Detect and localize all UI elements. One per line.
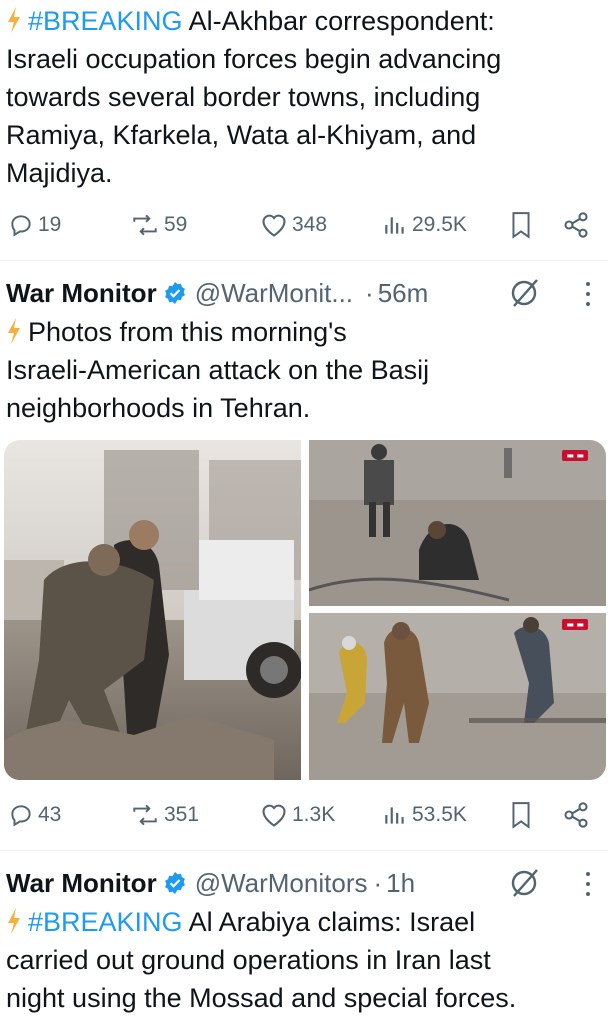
repost-count: 351	[164, 803, 200, 826]
more-dots-icon[interactable]	[578, 867, 598, 901]
post-text: Photos from this morning's Israeli-Ameri…	[6, 313, 596, 427]
views-button[interactable]: 29.5K	[382, 205, 467, 245]
repost-count: 59	[164, 213, 188, 236]
heart-icon	[262, 804, 286, 827]
post-war-monitor-breaking[interactable]: War Monitor @WarMonitors · 1h #BREAKING …	[0, 851, 608, 1023]
verified-badge-icon	[164, 872, 185, 894]
post-text-line: Ramiya, Kfarkela, Wata al-Khiyam, and	[6, 120, 477, 150]
post-text-line: Photos from this morning's	[28, 317, 347, 347]
author-handle[interactable]: @WarMonitors	[195, 868, 368, 899]
like-count: 348	[292, 213, 328, 236]
repost-icon	[133, 804, 157, 826]
separator-dot: ·	[365, 277, 374, 308]
post-text-line: Israeli-American attack on the Basij	[6, 355, 430, 385]
hashtag-breaking[interactable]: #BREAKING	[28, 6, 183, 36]
post-header: War Monitor @WarMonitors · 1h	[6, 863, 415, 903]
post-breaking-al-akhbar[interactable]: #BREAKING Al-Akhbar correspondent: Israe…	[0, 0, 608, 260]
author-name[interactable]: War Monitor	[6, 868, 157, 899]
post-text-line: Israeli occupation forces begin advancin…	[6, 44, 502, 74]
media-grid: ▬ ▬ ▬ ▬	[4, 440, 606, 780]
lightning-bolt-icon	[8, 908, 20, 934]
like-button[interactable]: 348	[260, 205, 327, 245]
bookmark-icon	[512, 802, 530, 829]
repost-icon	[133, 214, 157, 236]
photo-man-on-ground[interactable]: ▬ ▬	[309, 440, 606, 606]
share-button[interactable]	[562, 205, 590, 245]
more-dots-icon[interactable]	[578, 277, 598, 311]
views-button[interactable]: 53.5K	[382, 795, 467, 835]
post-time[interactable]: 56m	[378, 278, 429, 309]
photo-rubble-men[interactable]	[4, 440, 301, 780]
post-text-line: towards several border towns, including	[6, 82, 481, 112]
post-text-line: night using the Mossad and special force…	[6, 983, 517, 1013]
views-count: 29.5K	[412, 213, 467, 236]
photo-image	[309, 613, 606, 780]
grok-icon[interactable]	[508, 276, 542, 310]
post-text-line: carried out ground operations in Iran la…	[6, 945, 491, 975]
author-name[interactable]: War Monitor	[6, 278, 157, 309]
lightning-bolt-icon	[8, 7, 20, 33]
grok-icon[interactable]	[508, 866, 542, 900]
bookmark-icon	[512, 212, 530, 239]
post-text-line: neighborhoods in Tehran.	[6, 393, 311, 423]
post-text: #BREAKING Al Arabiya claims: Israel carr…	[6, 903, 606, 1017]
bookmark-button[interactable]	[510, 205, 532, 245]
author-handle[interactable]: @WarMonit...	[195, 278, 353, 309]
channel-watermark: ▬ ▬	[562, 450, 588, 461]
reply-button[interactable]: 43	[8, 795, 61, 835]
post-text-line: Al-Akhbar correspondent:	[182, 6, 495, 36]
reply-icon	[11, 215, 31, 237]
repost-button[interactable]: 59	[130, 205, 187, 245]
post-text-line: Al Arabiya claims: Israel	[182, 907, 476, 937]
repost-button[interactable]: 351	[130, 795, 199, 835]
share-icon	[564, 212, 588, 238]
photo-people-fleeing[interactable]: ▬ ▬	[309, 613, 606, 780]
separator-dot: ·	[373, 867, 383, 898]
like-count: 1.3K	[292, 803, 336, 826]
share-icon	[564, 802, 588, 828]
post-header: War Monitor @WarMonit... · 56m	[6, 273, 428, 313]
like-button[interactable]: 1.3K	[260, 795, 335, 835]
views-icon	[385, 217, 404, 234]
reply-count: 19	[38, 213, 62, 236]
post-time[interactable]: 1h	[386, 868, 415, 899]
photo-image	[309, 440, 606, 606]
action-bar: 43 351 1.3K 53.5K	[0, 795, 608, 835]
post-text: #BREAKING Al-Akhbar correspondent: Israe…	[6, 2, 596, 192]
action-bar: 19 59 348 29.5K	[0, 205, 608, 245]
reply-button[interactable]: 19	[8, 205, 61, 245]
share-button[interactable]	[562, 795, 590, 835]
channel-watermark: ▬ ▬	[562, 619, 588, 630]
bookmark-button[interactable]	[510, 795, 532, 835]
reply-icon	[11, 805, 31, 827]
lightning-bolt-icon	[8, 318, 20, 344]
photo-image	[4, 440, 301, 780]
hashtag-breaking[interactable]: #BREAKING	[28, 907, 183, 937]
post-text-line: Majidiya.	[6, 158, 113, 188]
heart-icon	[262, 214, 286, 237]
verified-badge-icon	[164, 282, 185, 304]
views-icon	[385, 807, 404, 824]
views-count: 53.5K	[412, 803, 467, 826]
reply-count: 43	[38, 803, 62, 826]
